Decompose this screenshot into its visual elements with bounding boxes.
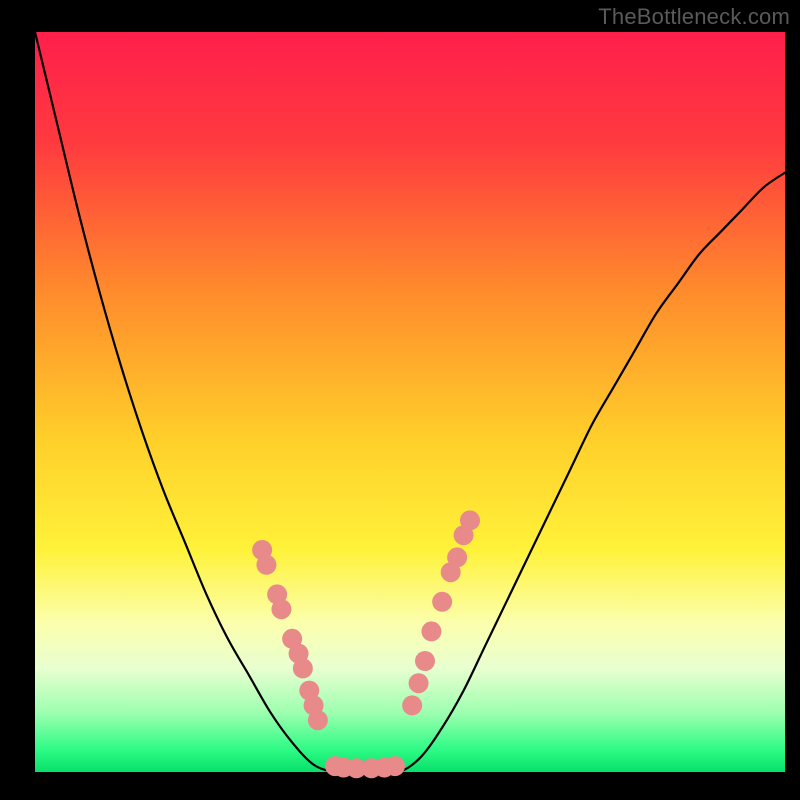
marker-point <box>409 673 429 693</box>
marker-point <box>271 599 291 619</box>
marker-point <box>432 592 452 612</box>
watermark-text: TheBottleneck.com <box>598 4 790 30</box>
marker-point <box>293 658 313 678</box>
chart-stage: TheBottleneck.com <box>0 0 800 800</box>
gradient-background <box>35 32 785 772</box>
bottleneck-chart <box>0 0 800 800</box>
marker-point <box>385 756 405 776</box>
marker-point <box>421 621 441 641</box>
marker-point <box>256 555 276 575</box>
marker-point <box>415 651 435 671</box>
marker-point <box>308 710 328 730</box>
marker-point <box>402 695 422 715</box>
marker-point <box>447 547 467 567</box>
marker-point <box>460 510 480 530</box>
